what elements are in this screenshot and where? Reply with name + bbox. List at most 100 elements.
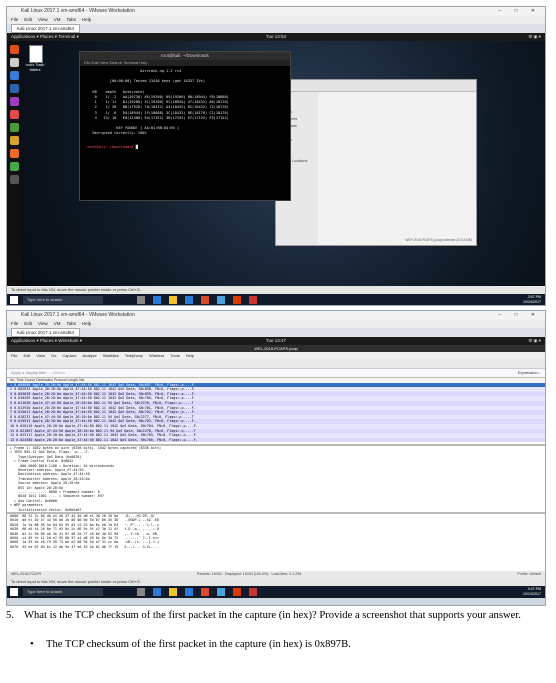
vm-menu-item[interactable]: Tabs <box>66 16 76 24</box>
detail-line[interactable]: Initialization Vector: 0x6b5a07 <box>10 508 81 512</box>
taskbar-search[interactable]: Type here to search <box>23 588 103 596</box>
packet-details[interactable]: ▸ Frame 1: 1042 bytes on wire (8336 bits… <box>7 446 545 514</box>
windows-start-icon[interactable] <box>10 296 18 304</box>
hex-line[interactable]: 0000 88 42 2c 00 d0 e1 40 47 44 50 d0 e1… <box>10 514 159 518</box>
hex-line[interactable]: 0030 66 e5 44 20 8e 71 d3 0c 2c 06 9c 5f… <box>10 527 159 531</box>
wireshark-menu-item[interactable]: Wireless <box>149 352 164 359</box>
packet-list[interactable]: No. Time Source Destination Protocol Len… <box>7 378 545 446</box>
vmware-icon[interactable] <box>217 296 225 304</box>
files-icon[interactable] <box>9 71 19 80</box>
hex-line[interactable]: 0040 a2 1c 9d 66 ab 3e 41 8f d0 2d 77 c8… <box>10 532 159 536</box>
display-filter-input[interactable]: Apply a display filter ... <Ctrl-/> Expr… <box>7 369 545 378</box>
terminal-icon[interactable] <box>9 58 19 67</box>
explorer-icon[interactable] <box>169 296 177 304</box>
trash-icon[interactable] <box>29 45 43 63</box>
vm-menu-item[interactable]: View <box>38 16 48 24</box>
task-view-icon[interactable] <box>137 296 145 304</box>
terminal-line: 2 1/ 30 BB(17920) 7A(18432) A4(18432) 01… <box>86 105 229 110</box>
kali-tray[interactable]: ⚙ ◉ ▾ <box>528 33 541 41</box>
edge-icon[interactable] <box>153 296 161 304</box>
armitage-icon[interactable] <box>9 97 19 106</box>
hex-line[interactable]: 0010 d0 e1 40 47 44 50 b0 2b 00 00 6b 5a… <box>10 518 159 522</box>
windows-start-icon[interactable] <box>10 588 18 596</box>
profile-label[interactable]: Profile: Default <box>517 571 541 578</box>
app-icon[interactable] <box>249 296 257 304</box>
expression-button[interactable]: Expression... <box>518 369 541 377</box>
wireshark-menu-item[interactable]: Statistics <box>103 352 119 359</box>
vm-menu-item[interactable]: Edit <box>24 16 32 24</box>
wireshark-menu-item[interactable]: Tools <box>170 352 179 359</box>
detail-line[interactable]: Receiver address: Apple_47:44:50 <box>10 468 83 472</box>
vmware-icon[interactable] <box>217 588 225 596</box>
bullet-icon: • <box>30 639 34 650</box>
vm-menu-item[interactable]: Tabs <box>66 320 76 328</box>
detail-line[interactable]: Transmitter address: Apple_28:20:0a <box>10 477 89 481</box>
detail-line[interactable]: ▸ Frame Control Field: 0x8842 <box>10 459 73 463</box>
detail-line[interactable]: Type/Subtype: QoS Data (0x0028) <box>10 455 81 459</box>
vm-menu-item[interactable]: Edit <box>24 320 32 328</box>
wireshark-menu-item[interactable]: View <box>36 352 45 359</box>
vm-tab[interactable]: Kali Linux 2017.1 vm-amd64 <box>11 24 81 33</box>
beef-icon[interactable] <box>9 136 19 145</box>
app-grid-icon[interactable] <box>9 175 19 184</box>
taskbar-apps <box>137 296 257 304</box>
window-controls[interactable]: – □ ✕ <box>498 311 541 320</box>
burp-icon[interactable] <box>9 110 19 119</box>
app-icon[interactable] <box>249 588 257 596</box>
detail-line[interactable]: ▸ Frame 1: 1042 bytes on wire (8336 bits… <box>10 446 161 450</box>
table-row[interactable]: 13 0.024580 Apple_28:20:0a Apple_47:44:5… <box>7 437 545 443</box>
vm-menu-item[interactable]: File <box>11 320 18 328</box>
kali-tray[interactable]: ⚙ ◉ ▾ <box>528 337 541 345</box>
wireshark-menu-item[interactable]: Analyze <box>83 352 97 359</box>
kali-top-bar: Applications ▾ Places ▾ Terminal ▾ Tue 1… <box>7 33 545 41</box>
vm-menu-item[interactable]: View <box>38 320 48 328</box>
hex-line[interactable]: 0060 1a 55 4b c0 f9 28 73 b6 e2 08 94 5d… <box>10 540 159 544</box>
wireshark-menu-item[interactable]: Go <box>51 352 56 359</box>
task-view-icon[interactable] <box>137 588 145 596</box>
wireshark-menu-item[interactable]: Telephony <box>125 352 143 359</box>
explorer-icon[interactable] <box>169 588 177 596</box>
detail-line[interactable]: 0010 1011 1001 .... = Sequence number: 6… <box>10 494 104 498</box>
powerpoint-icon[interactable] <box>233 588 241 596</box>
maltego-icon[interactable] <box>9 123 19 132</box>
leafpad-icon[interactable] <box>9 162 19 171</box>
hex-line[interactable]: 0050 c4 85 fe 11 2d e7 95 60 37 a1 d8 49… <box>10 536 159 540</box>
wireshark-menu-item[interactable]: Capture <box>62 352 76 359</box>
firefox-icon[interactable] <box>9 45 19 54</box>
detail-line[interactable]: ▾ WEP parameters <box>10 503 43 507</box>
edge-icon[interactable] <box>153 588 161 596</box>
kali-menu[interactable]: Applications ▾ Places ▾ Terminal ▾ <box>11 34 79 39</box>
detail-line[interactable]: BSS Id: Apple_28:20:0a <box>10 486 63 490</box>
vm-tab[interactable]: Kali Linux 2017.1 vm-amd64 <box>11 328 81 337</box>
detail-line[interactable]: ▾ IEEE 802.11 QoS Data, Flags: .p....F. <box>10 450 90 454</box>
wireshark-menu-item[interactable]: Help <box>186 352 194 359</box>
metasploit-icon[interactable] <box>9 84 19 93</box>
detail-line[interactable]: Destination address: Apple_47:44:50 <box>10 472 89 476</box>
detail-line[interactable]: ▸ Qos Control: 0x0000 <box>10 499 57 503</box>
vm-menu-item[interactable]: VM <box>54 16 61 24</box>
detail-line[interactable]: .000 0000 0010 1100 = Duration: 44 micro… <box>10 464 114 468</box>
kali-menu[interactable]: Applications ▾ Places ▾ Wireshark ▾ <box>11 338 82 343</box>
window-controls[interactable]: – □ ✕ <box>498 7 541 16</box>
vm-menu-item[interactable]: Help <box>82 320 91 328</box>
wireshark-toolbar[interactable] <box>7 359 545 369</box>
store-icon[interactable] <box>185 296 193 304</box>
detail-line[interactable]: Source address: Apple_28:20:0a <box>10 481 79 485</box>
taskbar-search[interactable]: Type here to search <box>23 296 103 304</box>
terminal-prompt[interactable]: root@kali:~/Downloads# █ <box>80 145 290 153</box>
faraday-icon[interactable] <box>9 149 19 158</box>
vm-menu-item[interactable]: File <box>11 16 18 24</box>
file-manager-toolbar <box>276 80 476 92</box>
hex-line[interactable]: 0070 35 ee 0f 84 6c 12 db 9a 47 e0 53 2b… <box>10 545 159 549</box>
wireshark-menu-item[interactable]: Edit <box>23 352 30 359</box>
vm-menu-item[interactable]: Help <box>82 16 91 24</box>
wireshark-menu-item[interactable]: File <box>11 352 17 359</box>
office-icon[interactable] <box>201 296 209 304</box>
detail-line[interactable]: .... .... .... 0000 = Fragment number: 0 <box>10 490 100 494</box>
hex-line[interactable]: 0020 7e 2d 88 50 5e 84 b3 95 d3 c5 25 8a… <box>10 523 159 527</box>
office-icon[interactable] <box>201 588 209 596</box>
store-icon[interactable] <box>185 588 193 596</box>
powerpoint-icon[interactable] <box>233 296 241 304</box>
vm-menu-item[interactable]: VM <box>54 320 61 328</box>
packet-bytes[interactable]: 0000 88 42 2c 00 d0 e1 40 47 44 50 d0 e1… <box>7 514 545 570</box>
